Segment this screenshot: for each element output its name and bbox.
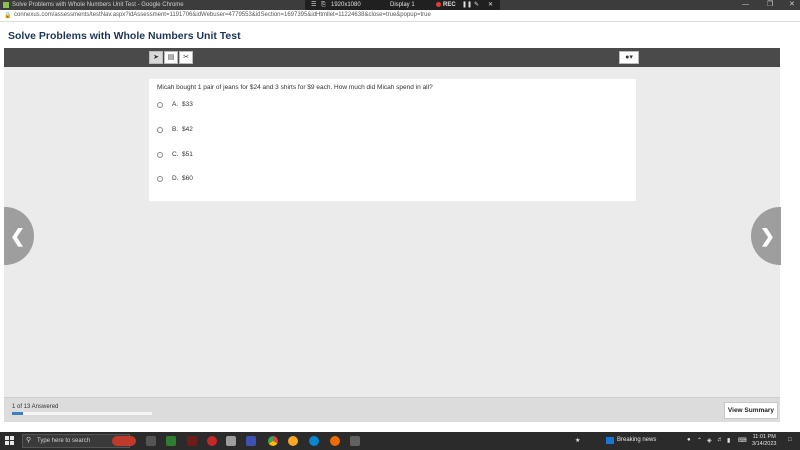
option-value: $51: [182, 151, 193, 158]
user-menu-button[interactable]: ●▾: [619, 51, 639, 64]
chevron-right-icon: ❯: [759, 226, 775, 246]
test-toolbar: ➤ ▤ ✂ ●▾: [4, 48, 780, 67]
app-icon-blue[interactable]: [246, 436, 256, 446]
clock-date: 3/14/2023: [752, 441, 777, 447]
pointer-tool-button[interactable]: ➤: [149, 51, 163, 64]
volume-icon[interactable]: ♬: [717, 437, 723, 443]
test-footer: 1 of 13 Answered View Summary: [4, 397, 780, 422]
app-icon-gray[interactable]: [226, 436, 236, 446]
windows-taskbar: ⚲ Type here to search ★ Breaking news ● …: [0, 432, 800, 450]
record-dot-icon: [436, 1, 441, 7]
search-icon: ⚲: [26, 437, 32, 444]
search-placeholder: Type here to search: [37, 438, 91, 444]
question-area: Micah bought 1 pair of jeans for $24 and…: [4, 67, 780, 397]
app-icon-n[interactable]: [187, 436, 197, 446]
clock-time: 11:01 PM: [752, 434, 776, 440]
option-value: $60: [182, 175, 193, 182]
scissors-icon: ✂: [183, 54, 189, 61]
option-letter: A.: [172, 101, 179, 108]
microphone-icon[interactable]: ●: [687, 437, 691, 443]
monitor-icon: ⎘: [321, 2, 326, 8]
pointer-icon: ➤: [153, 54, 159, 61]
windows-start-icon[interactable]: [5, 436, 14, 445]
option-letter: C.: [172, 151, 179, 158]
task-view-icon[interactable]: [146, 436, 156, 446]
view-summary-button[interactable]: View Summary: [724, 402, 778, 419]
battery-icon[interactable]: ▮: [727, 437, 730, 444]
radio-button[interactable]: [157, 127, 163, 133]
firefox-icon[interactable]: [330, 436, 340, 446]
rec-label: REC: [443, 2, 456, 8]
lock-icon: 🔒: [4, 13, 12, 19]
chevron-up-icon[interactable]: ⌃: [697, 437, 702, 444]
url-text[interactable]: connexus.com/assessments/testNav.aspx?id…: [14, 12, 431, 18]
recorder-close-icon[interactable]: ✕: [488, 0, 493, 10]
question-text: Micah bought 1 pair of jeans for $24 and…: [157, 84, 433, 91]
record-app-icon[interactable]: [207, 436, 217, 446]
site-favicon-icon: [3, 2, 9, 8]
chrome-icon[interactable]: [268, 436, 278, 446]
restore-icon[interactable]: ❐: [767, 0, 773, 10]
user-icon: ●▾: [625, 54, 633, 61]
address-bar[interactable]: 🔒 connexus.com/assessments/testNav.aspx?…: [0, 10, 800, 22]
note-icon: ▤: [167, 54, 175, 61]
option-letter: B.: [172, 126, 179, 133]
pen-icon[interactable]: ✎: [474, 0, 479, 10]
recorder-display[interactable]: Display 1: [390, 0, 415, 10]
eliminate-tool-button[interactable]: ✂: [179, 51, 193, 64]
notification-icon[interactable]: □: [788, 437, 792, 443]
option-letter: D.: [172, 175, 179, 182]
pause-icon[interactable]: ❚❚: [462, 0, 472, 10]
screen-recorder-bar: ☰ ⎘ 1920x1080 Display 1 REC ❚❚ ✎ ✕: [305, 0, 500, 10]
radio-button[interactable]: [157, 102, 163, 108]
news-icon[interactable]: [606, 437, 614, 444]
option-value: $33: [182, 101, 193, 108]
screen: Solve Problems with Whole Numbers Unit T…: [0, 0, 800, 450]
taskbar-clock[interactable]: 11:01 PM 3/14/2023: [752, 434, 776, 448]
page-title: Solve Problems with Whole Numbers Unit T…: [8, 30, 241, 42]
app-icon-dark[interactable]: [350, 436, 360, 446]
radio-button[interactable]: [157, 152, 163, 158]
question-card: Micah bought 1 pair of jeans for $24 and…: [149, 79, 636, 201]
network-people-icon[interactable]: ★: [575, 437, 580, 444]
chevron-left-icon: ❮: [10, 226, 26, 246]
recorder-resolution: 1920x1080: [331, 2, 361, 8]
progress-fill: [12, 412, 23, 415]
progress-bar: [12, 412, 152, 415]
news-ticker[interactable]: Breaking news: [617, 437, 656, 443]
search-highlight-icon[interactable]: [112, 436, 136, 446]
answered-count: 1 of 13 Answered: [12, 404, 59, 410]
option-value: $42: [182, 126, 193, 133]
app-icon-green[interactable]: [166, 436, 176, 446]
keyboard-icon[interactable]: ⌨: [738, 437, 747, 444]
radio-button[interactable]: [157, 176, 163, 182]
rec-indicator[interactable]: REC: [436, 0, 456, 10]
minimize-icon[interactable]: —: [742, 0, 749, 10]
close-icon[interactable]: ✕: [789, 0, 795, 10]
wifi-icon[interactable]: ◈: [707, 437, 712, 444]
edge-icon[interactable]: [309, 436, 319, 446]
note-tool-button[interactable]: ▤: [164, 51, 178, 64]
window-title: Solve Problems with Whole Numbers Unit T…: [12, 2, 184, 8]
app-header: Solve Problems with Whole Numbers Unit T…: [0, 23, 800, 48]
menu-icon[interactable]: ☰: [311, 0, 316, 10]
app-icon-yellow[interactable]: [288, 436, 298, 446]
